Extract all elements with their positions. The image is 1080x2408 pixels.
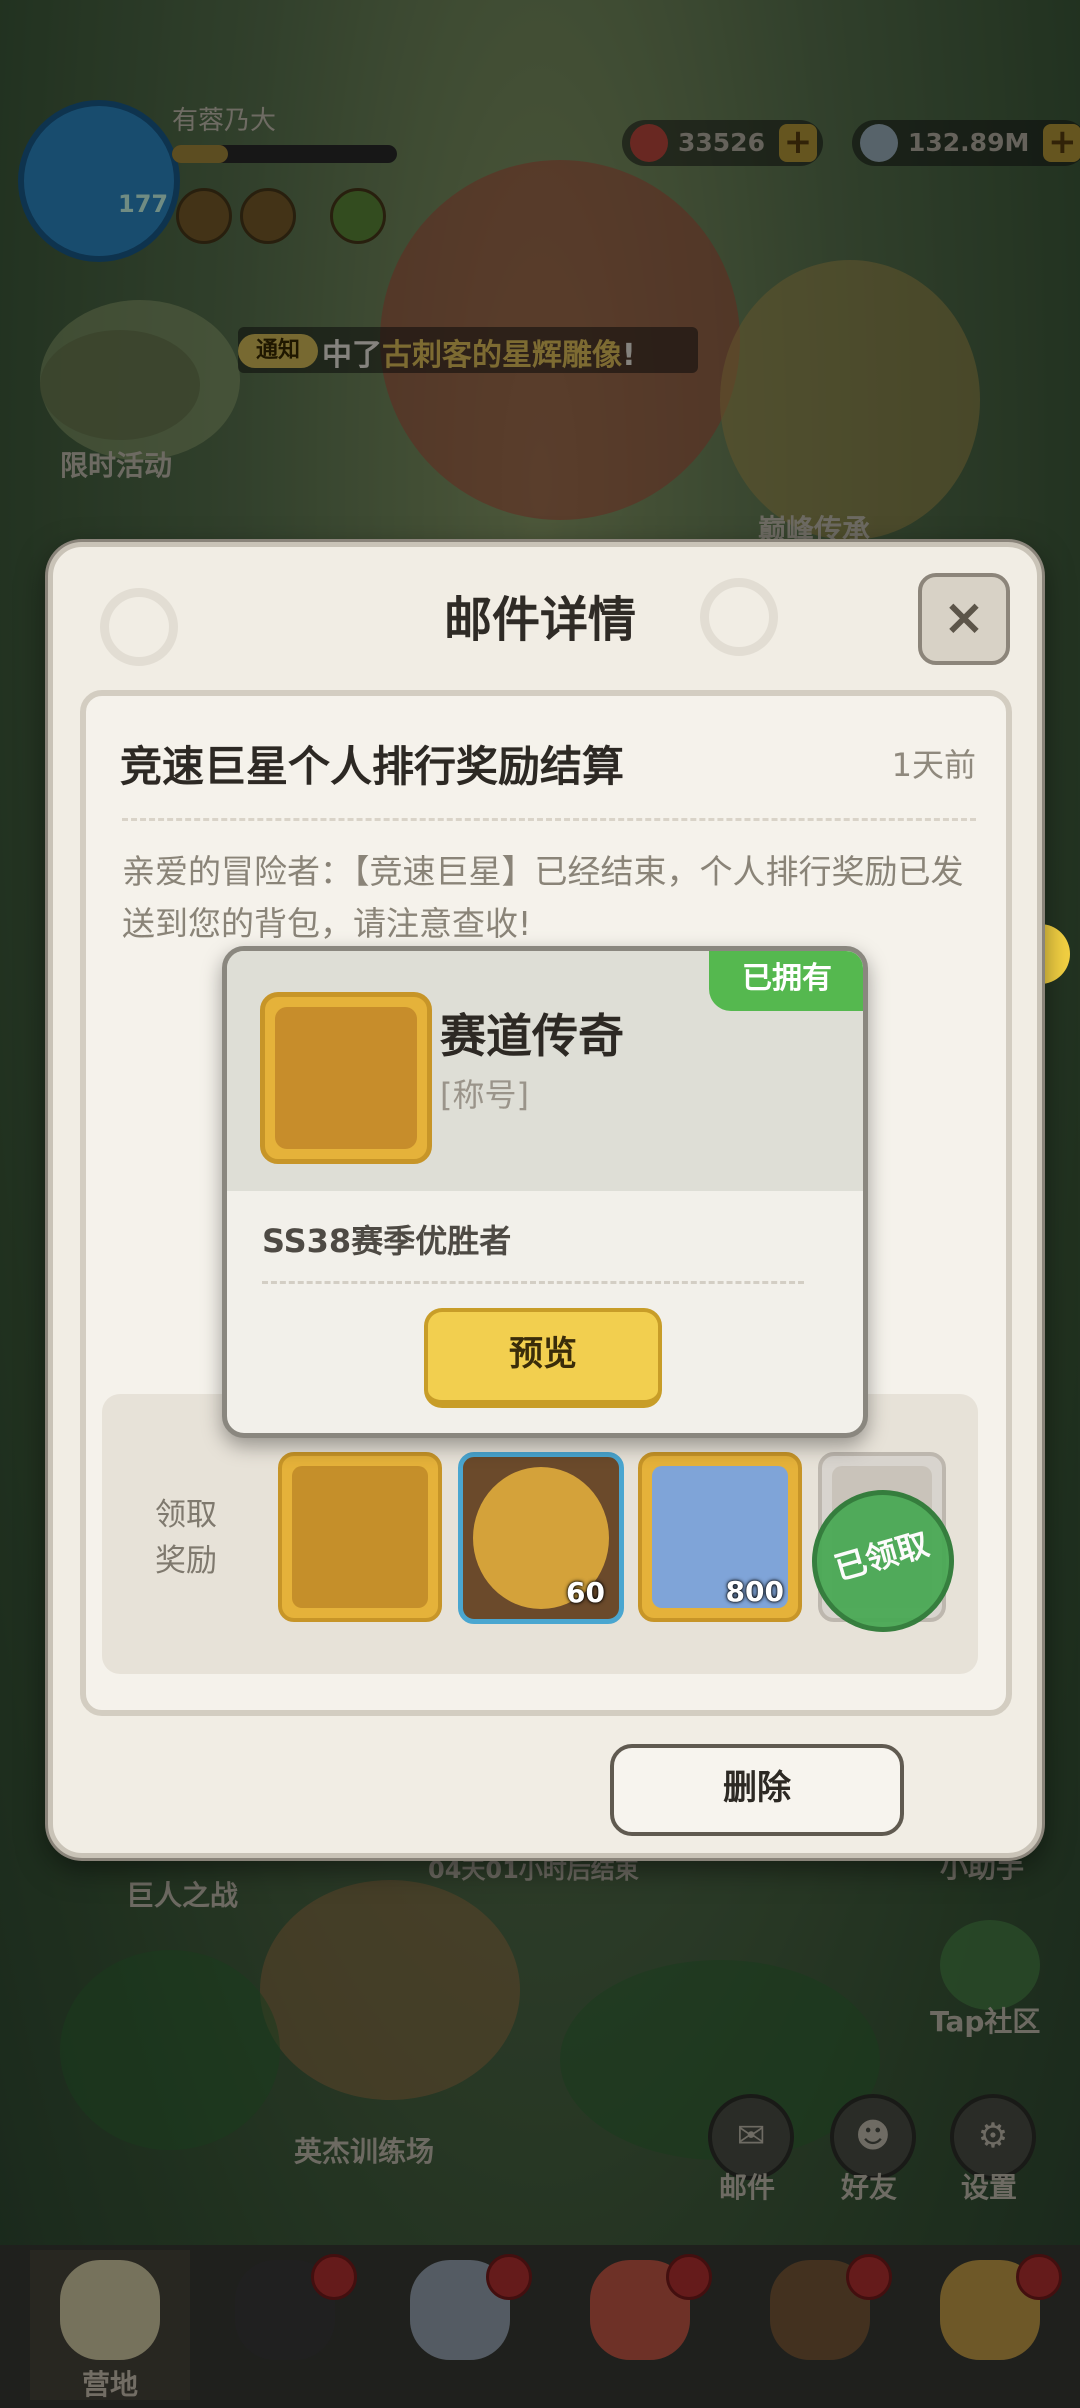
tooltip-item-icon — [260, 992, 432, 1164]
reward-qty: 800 — [725, 1575, 784, 1608]
reward-item[interactable]: 800 — [638, 1452, 802, 1622]
preview-button[interactable]: 预览 — [424, 1308, 662, 1408]
delete-button[interactable]: 删除 — [610, 1744, 904, 1836]
reward-label: 领取奖励 — [155, 1497, 217, 1579]
owned-badge: 已拥有 — [709, 951, 863, 1011]
divider — [262, 1281, 804, 1284]
tooltip-item-type: [称号] — [440, 1076, 529, 1114]
reward-item[interactable]: 60 — [458, 1452, 624, 1624]
reward-item[interactable] — [278, 1452, 442, 1622]
mail-timestamp: 1天前 — [891, 746, 976, 784]
tooltip-item-name: 赛道传奇 — [440, 1009, 624, 1063]
mail-subject: 竞速巨星个人排行奖励结算 — [120, 742, 625, 791]
close-button[interactable]: × — [918, 573, 1010, 665]
mail-body: 亲爱的冒险者：【竞速巨星】已经结束，个人排行奖励已发送到您的背包，请注意查收! — [122, 852, 964, 943]
tooltip-item-desc: SS38赛季优胜者 — [262, 1222, 512, 1260]
title-badge-icon — [275, 1007, 417, 1149]
divider — [122, 818, 976, 821]
reward-qty: 60 — [566, 1576, 605, 1609]
title-badge-icon — [292, 1466, 428, 1608]
